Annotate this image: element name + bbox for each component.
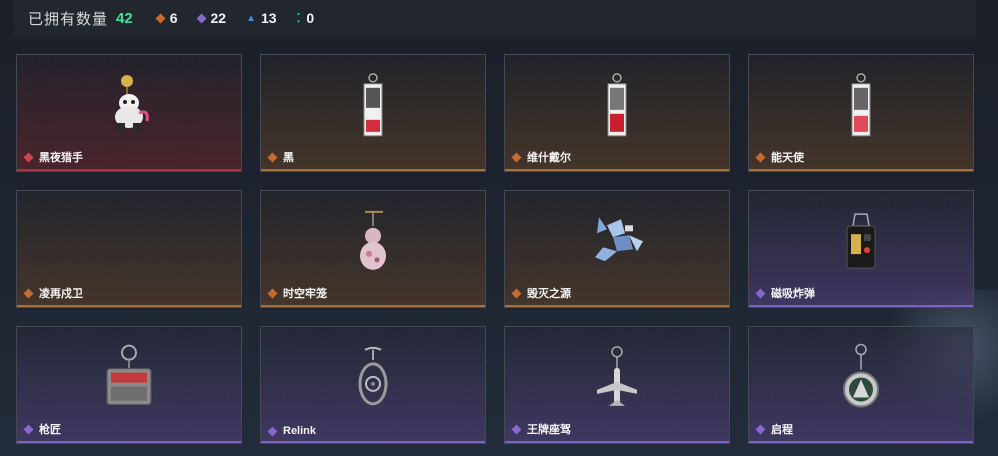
charm-card-label: 凌再戍卫 <box>23 285 83 301</box>
stat-blue: ▲ 13 <box>246 10 276 26</box>
owned-count-value: 42 <box>116 9 133 27</box>
charm-card-label: 启程 <box>755 421 793 437</box>
owned-summary-bar: 已拥有数量 42 6 22 ▲ 13 ⁚ 0 <box>14 0 976 36</box>
charm-card-label: 时空牢笼 <box>267 285 327 301</box>
purple-diamond-icon <box>267 426 278 436</box>
orange-diamond-icon <box>511 288 522 298</box>
bomb-device-charm-icon <box>839 210 883 277</box>
purple-diamond-icon <box>755 424 766 434</box>
orange-diamond-icon <box>23 288 34 298</box>
charm-card[interactable]: Relink <box>260 326 486 444</box>
purple-diamond-icon <box>511 424 522 434</box>
orange-diamond-icon <box>755 152 766 162</box>
charm-card[interactable]: 时空牢笼 <box>260 190 486 308</box>
charm-card[interactable]: 毁灭之源 <box>504 190 730 308</box>
charm-card-label: 王牌座驾 <box>511 421 571 437</box>
card-tag-charm-icon <box>606 72 628 143</box>
card-tag-charm-icon <box>362 72 384 143</box>
stat-teal-value: 0 <box>306 10 315 26</box>
charm-card[interactable]: 能天使 <box>748 54 974 172</box>
stat-purple: 22 <box>196 10 227 26</box>
red-diamond-icon <box>23 152 34 162</box>
blue-triangle-icon: ▲ <box>246 12 256 24</box>
charm-card-label: Relink <box>267 425 316 437</box>
round-medallion-charm-icon <box>841 342 881 417</box>
purple-diamond-icon <box>23 424 34 434</box>
charm-card[interactable]: 凌再戍卫 <box>16 190 242 308</box>
charm-card[interactable]: 黑夜猎手 <box>16 54 242 172</box>
jet-plane-charm-icon <box>593 344 641 415</box>
stat-orange-value: 6 <box>169 10 178 26</box>
orange-diamond-icon <box>511 152 522 162</box>
teal-dots-icon: ⁚ <box>296 11 301 25</box>
charm-card-label: 黑夜猎手 <box>23 149 83 165</box>
purple-diamond-icon <box>755 288 766 298</box>
charm-card[interactable]: 王牌座驾 <box>504 326 730 444</box>
charm-card[interactable]: 启程 <box>748 326 974 444</box>
owned-count-label: 已拥有数量 <box>28 10 109 28</box>
charm-card-label: 黑 <box>267 149 294 165</box>
charm-card-label: 毁灭之源 <box>511 285 571 301</box>
charm-card[interactable]: 黑 <box>260 54 486 172</box>
charm-card-label: 维什戴尔 <box>511 149 571 165</box>
orange-diamond-icon <box>267 288 278 298</box>
card-tag-charm-icon <box>850 72 872 143</box>
crystal-dragon-charm-icon <box>585 211 649 276</box>
charm-card[interactable]: 磁吸炸弹 <box>748 190 974 308</box>
charm-card-label: 枪匠 <box>23 421 61 437</box>
gourd-charm-icon <box>353 208 393 279</box>
stat-blue-value: 13 <box>260 10 277 26</box>
stat-purple-value: 22 <box>210 10 227 26</box>
charm-card[interactable]: 枪匠 <box>16 326 242 444</box>
charm-card-label: 磁吸炸弹 <box>755 285 815 301</box>
orange-diamond-icon <box>155 13 166 23</box>
purple-diamond-icon <box>196 13 206 23</box>
gun-case-charm-icon <box>101 343 157 416</box>
stat-orange: 6 <box>155 10 178 26</box>
white-cat-figure-charm-icon <box>107 73 151 142</box>
stat-teal: ⁚ 0 <box>297 10 315 26</box>
charm-card[interactable]: 维什戴尔 <box>504 54 730 172</box>
charm-card-label: 能天使 <box>755 149 804 165</box>
ornate-shield-charm-icon <box>355 344 391 415</box>
orange-diamond-icon <box>267 152 278 162</box>
